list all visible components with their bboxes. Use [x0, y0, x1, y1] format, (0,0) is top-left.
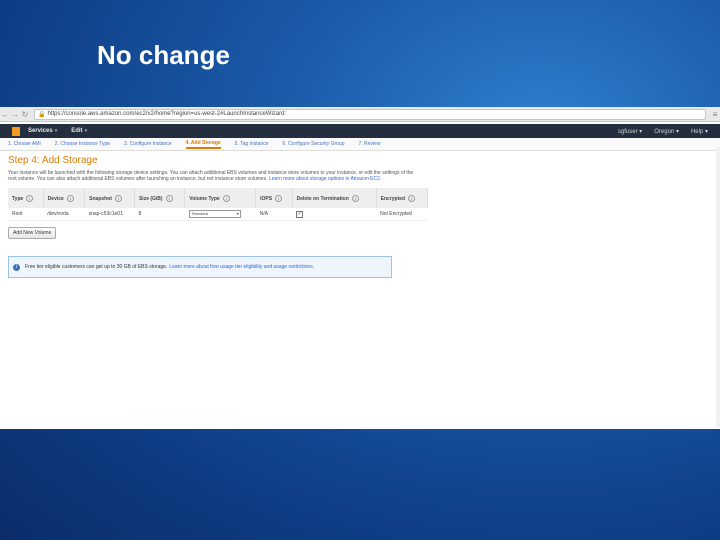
slide-title: No change	[97, 40, 230, 70]
forward-icon[interactable]: →	[10, 110, 20, 119]
notice-link[interactable]: Learn more about free usage tier eligibi…	[169, 264, 314, 270]
cell-delete-on-termination: ✓	[292, 208, 377, 221]
add-new-volume-button[interactable]: Add New Volume	[8, 227, 57, 239]
menu-icon[interactable]: ≡	[710, 110, 720, 119]
col-device: Device i	[43, 188, 86, 208]
url-text: https://console.aws.amazon.com/ec2/v2/ho…	[47, 111, 287, 117]
back-icon[interactable]: ←	[0, 110, 10, 119]
wizard-step-configure-instance[interactable]: 3. Configure Instance	[124, 141, 172, 147]
scrollbar[interactable]	[716, 147, 720, 427]
col-iops: IOPS i	[255, 188, 293, 208]
info-icon[interactable]: i	[114, 194, 122, 202]
services-menu[interactable]: Services ▾	[28, 128, 57, 134]
table-header-row: Type i Device i Snapshot i Size (GiB) i Volu…	[8, 188, 429, 208]
user-menu[interactable]: sgfuser ▾	[618, 128, 642, 135]
wizard-step-add-storage[interactable]: 4. Add Storage	[185, 140, 221, 149]
info-icon[interactable]: i	[165, 194, 173, 202]
wizard-step-choose-ami[interactable]: 1. Choose AMI	[8, 141, 41, 147]
cell-device: /dev/xvda	[43, 208, 85, 221]
cell-snapshot: snap-c53c1e01	[84, 208, 135, 221]
info-icon[interactable]: i	[222, 194, 230, 202]
free-tier-notice: i Free tier eligible customers can get u…	[8, 256, 392, 278]
col-size: Size (GiB) i	[134, 188, 186, 208]
col-encrypted: Encrypted i	[376, 188, 429, 208]
info-icon[interactable]: i	[26, 194, 34, 202]
page-description: Your instance will be launched with the …	[8, 170, 414, 182]
info-icon[interactable]: i	[408, 194, 416, 202]
info-icon: i	[13, 263, 20, 271]
cell-encrypted: Not Encrypted	[376, 208, 428, 221]
browser-screenshot: ← → ↻ 🔒 https://console.aws.amazon.com/e…	[0, 107, 720, 429]
wizard-step-review[interactable]: 7. Review	[358, 141, 380, 147]
aws-top-nav: Services ▾ Edit ▾ sgfuser ▾ Oregon ▾ Help …	[0, 124, 720, 138]
wizard-steps: 1. Choose AMI 2. Choose Instance Type 3.…	[0, 138, 720, 151]
wizard-step-instance-type[interactable]: 2. Choose Instance Type	[55, 141, 110, 147]
page-title: Step 4: Add Storage	[8, 155, 98, 166]
notice-text: Free tier eligible customers can get up …	[25, 264, 168, 270]
chevron-down-icon: ▾	[236, 211, 239, 216]
col-volume-type: Volume Type i	[184, 188, 257, 208]
col-type: Type i	[8, 188, 44, 208]
cell-volume-type: Standard ▾	[184, 208, 256, 221]
col-snapshot: Snapshot i	[84, 188, 135, 208]
cell-iops: N/A	[255, 208, 293, 221]
size-input[interactable]: 8	[134, 208, 185, 221]
region-menu[interactable]: Oregon ▾	[654, 128, 679, 135]
storage-table: Type i Device i Snapshot i Size (GiB) i Volu…	[8, 188, 429, 221]
learn-more-link[interactable]: Learn more about storage options in Amaz…	[269, 176, 381, 182]
delete-on-termination-checkbox[interactable]: ✓	[296, 210, 304, 218]
info-icon[interactable]: i	[351, 194, 359, 202]
aws-logo-icon[interactable]	[12, 126, 20, 136]
wizard-step-security-group[interactable]: 6. Configure Security Group	[283, 141, 345, 147]
browser-toolbar: ← → ↻ 🔒 https://console.aws.amazon.com/e…	[0, 107, 720, 122]
volume-type-select[interactable]: Standard ▾	[188, 210, 241, 218]
reload-icon[interactable]: ↻	[20, 110, 30, 119]
lock-icon: 🔒	[38, 111, 46, 118]
edit-menu[interactable]: Edit ▾	[71, 128, 87, 134]
col-delete-on-termination: Delete on Termination i	[292, 188, 377, 208]
address-bar[interactable]: 🔒 https://console.aws.amazon.com/ec2/v2/…	[34, 108, 706, 120]
info-icon[interactable]: i	[66, 194, 74, 202]
table-row: Root /dev/xvda snap-c53c1e01 8 Standard ▾…	[8, 208, 428, 221]
cell-type: Root	[8, 208, 44, 221]
wizard-step-tag-instance[interactable]: 5. Tag Instance	[235, 141, 269, 147]
info-icon[interactable]: i	[275, 194, 283, 202]
help-menu[interactable]: Help ▾	[691, 128, 708, 135]
